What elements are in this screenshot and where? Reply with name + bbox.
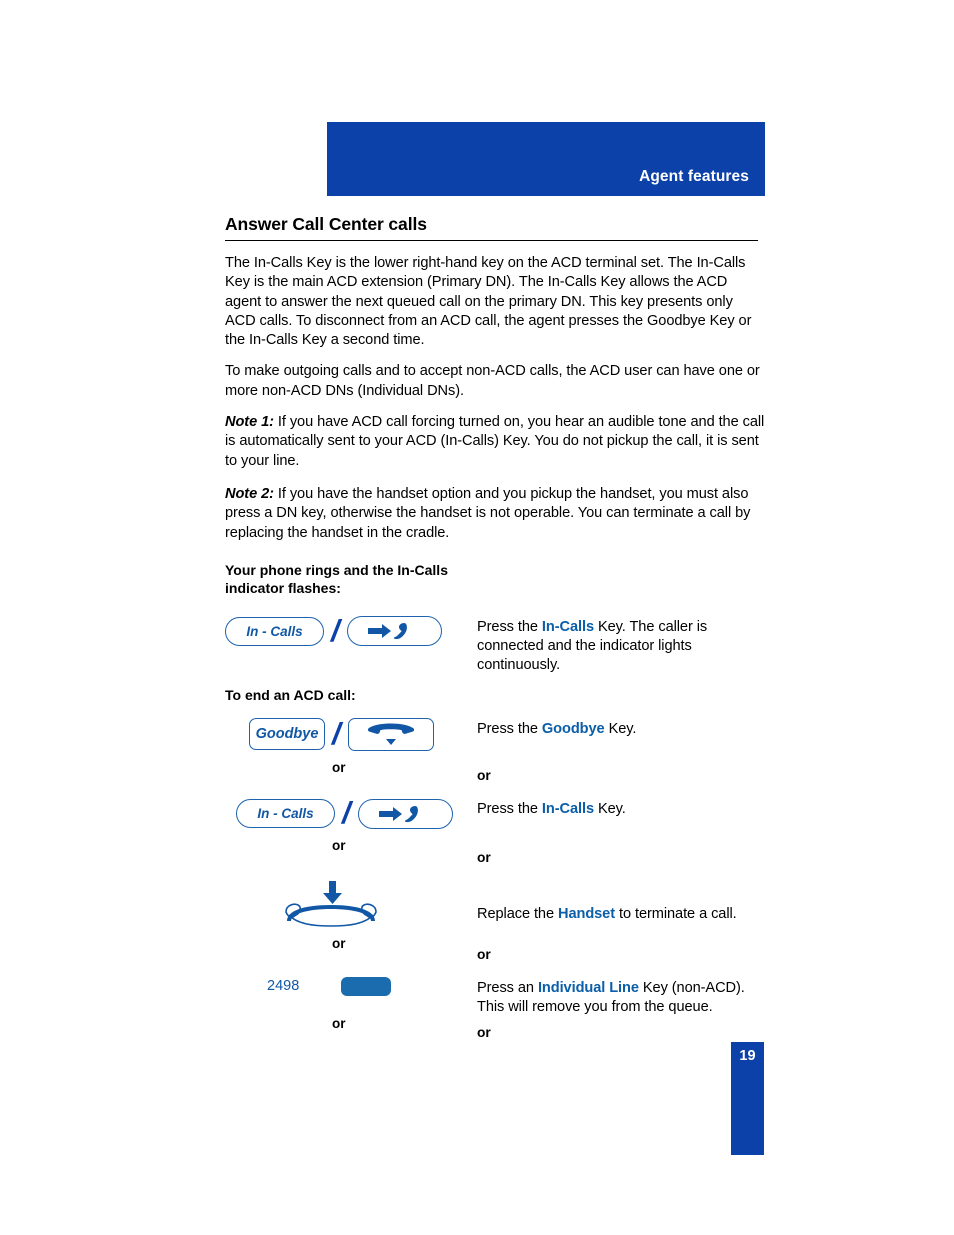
step-keys-replace-handset: or (225, 880, 477, 951)
key-separator-slash: / (332, 715, 341, 751)
page-header-band: Agent features (327, 122, 765, 196)
intro-paragraph-1: The In-Calls Key is the lower right-hand… (225, 255, 752, 349)
key-group-goodbye: Goodbye / (249, 715, 477, 751)
incoming-call-handset-icon (379, 805, 419, 822)
step-text-goodbye-after: Key. (604, 720, 637, 737)
step-text-goodbye: Press the Goodbye Key. or (477, 718, 765, 786)
incalls-key-icon-button[interactable] (346, 616, 442, 647)
keyword-individual-line: Individual Line (537, 979, 639, 996)
step-text-replace-handset-line: Replace the Handset to terminate a call. (477, 905, 765, 924)
step-keys-individual-line: 2498 or (225, 976, 477, 1031)
hangup-handset-icon (367, 723, 414, 745)
lead-in-phone-rings-line1: Your phone rings and the In-Calls (225, 561, 448, 578)
step-row-individual-line: 2498 or Press an Individual Line Key (no… (225, 976, 765, 1043)
step-text-goodbye-line: Press the Goodbye Key. (477, 720, 765, 739)
step-text-replace-before: Replace the (477, 905, 558, 922)
or-separator-left-1: or (332, 759, 346, 775)
or-separator-right-3: or (477, 947, 491, 963)
step-row-replace-handset: or Replace the Handset to terminate a ca… (225, 880, 765, 965)
step-text-replace-after: to terminate a call. (615, 905, 737, 922)
handset-cradle-graphic (283, 880, 379, 932)
step-text-goodbye-before: Press the (477, 720, 542, 737)
step-text-individual-line: Press an Individual Line Key (non-ACD). … (477, 977, 765, 1043)
title-divider (225, 240, 758, 241)
step-row-incalls-end: In - Calls / or Press the In-Calls Key. … (225, 795, 765, 867)
step-keys-goodbye: Goodbye / or (225, 715, 477, 775)
page-title: Answer Call Center calls (225, 214, 427, 234)
intro-paragraph-2: To make outgoing calls and to accept non… (225, 363, 760, 399)
lead-in-end-call: To end an ACD call: (225, 686, 356, 703)
line-key-row: 2498 (267, 976, 477, 996)
key-group-incalls-1: In - Calls / (225, 612, 477, 648)
incalls-key-button[interactable]: In - Calls (236, 799, 335, 829)
page-number-tab: 19 (731, 1042, 764, 1155)
incoming-call-handset-icon (368, 623, 408, 640)
step-text-incalls-end-before: Press the (477, 801, 542, 818)
keyword-handset: Handset (557, 905, 616, 922)
or-separator-left-2: or (332, 838, 346, 854)
step-text-incalls-end-after: Key. (593, 801, 626, 818)
step-text-replace-handset: Replace the Handset to terminate a call.… (477, 881, 765, 965)
step-text-individual-before: Press an (477, 979, 538, 996)
header-title: Agent features (639, 168, 749, 185)
step-keys-answer: In - Calls / (225, 612, 477, 648)
step-row-goodbye: Goodbye / or Press the Goodbye Key. or (225, 715, 765, 786)
step-text-answer: Press the In-Calls Key. The caller is co… (477, 616, 765, 676)
or-separator-right-1: or (477, 768, 491, 784)
note-1: Note 1: If you have ACD call forcing tur… (225, 413, 765, 471)
note-2: Note 2: If you have the handset option a… (225, 485, 765, 543)
or-separator-left-4: or (332, 1015, 346, 1031)
or-separator-right-2: or (477, 849, 491, 865)
lead-in-phone-rings-line2: indicator flashes: (225, 579, 341, 596)
key-separator-slash: / (331, 612, 340, 648)
note-2-label: Note 2: (225, 485, 274, 502)
note-2-text: If you have the handset option and you p… (225, 485, 751, 541)
or-separator-right-4: or (477, 1025, 491, 1041)
handset-cradle-icon (285, 880, 377, 927)
step-text-incalls-end: Press the In-Calls Key. or (477, 798, 765, 867)
note-1-label: Note 1: (225, 414, 274, 431)
lead-in-phone-rings: Your phone rings and the In-Calls indica… (225, 561, 765, 597)
page-number: 19 (739, 1048, 756, 1064)
keyword-goodbye: Goodbye (541, 720, 605, 737)
step-text-answer-before: Press the (477, 618, 542, 635)
step-text-individual-line-2: This will remove you from the queue. (477, 998, 713, 1015)
step-text-individual-line-1: Press an Individual Line Key (non-ACD). (477, 979, 765, 998)
page-content: Answer Call Center calls The In-Calls Ke… (225, 214, 765, 1042)
incalls-key-button[interactable]: In - Calls (225, 616, 324, 646)
or-separator-left-3: or (332, 935, 346, 951)
keyword-incalls: In-Calls (541, 618, 594, 635)
step-text-incalls-end-line: Press the In-Calls Key. (477, 800, 765, 819)
line-key-number: 2498 (267, 978, 300, 995)
key-separator-slash: / (342, 795, 351, 831)
key-group-incalls-2: In - Calls / (236, 795, 477, 831)
goodbye-key-icon-button[interactable] (347, 717, 434, 751)
step-text-individual-after-1: Key (non-ACD). (638, 979, 745, 996)
keyword-incalls: In-Calls (541, 801, 594, 818)
goodbye-key-button[interactable]: Goodbye (249, 718, 325, 751)
step-keys-incalls-end: In - Calls / or (225, 795, 477, 854)
incalls-key-icon-button[interactable] (357, 798, 453, 829)
individual-line-key-button[interactable] (341, 976, 391, 996)
note-1-text: If you have ACD call forcing turned on, … (225, 414, 765, 469)
step-row-answer: In - Calls / Press the In-Calls Key. The… (225, 612, 765, 676)
